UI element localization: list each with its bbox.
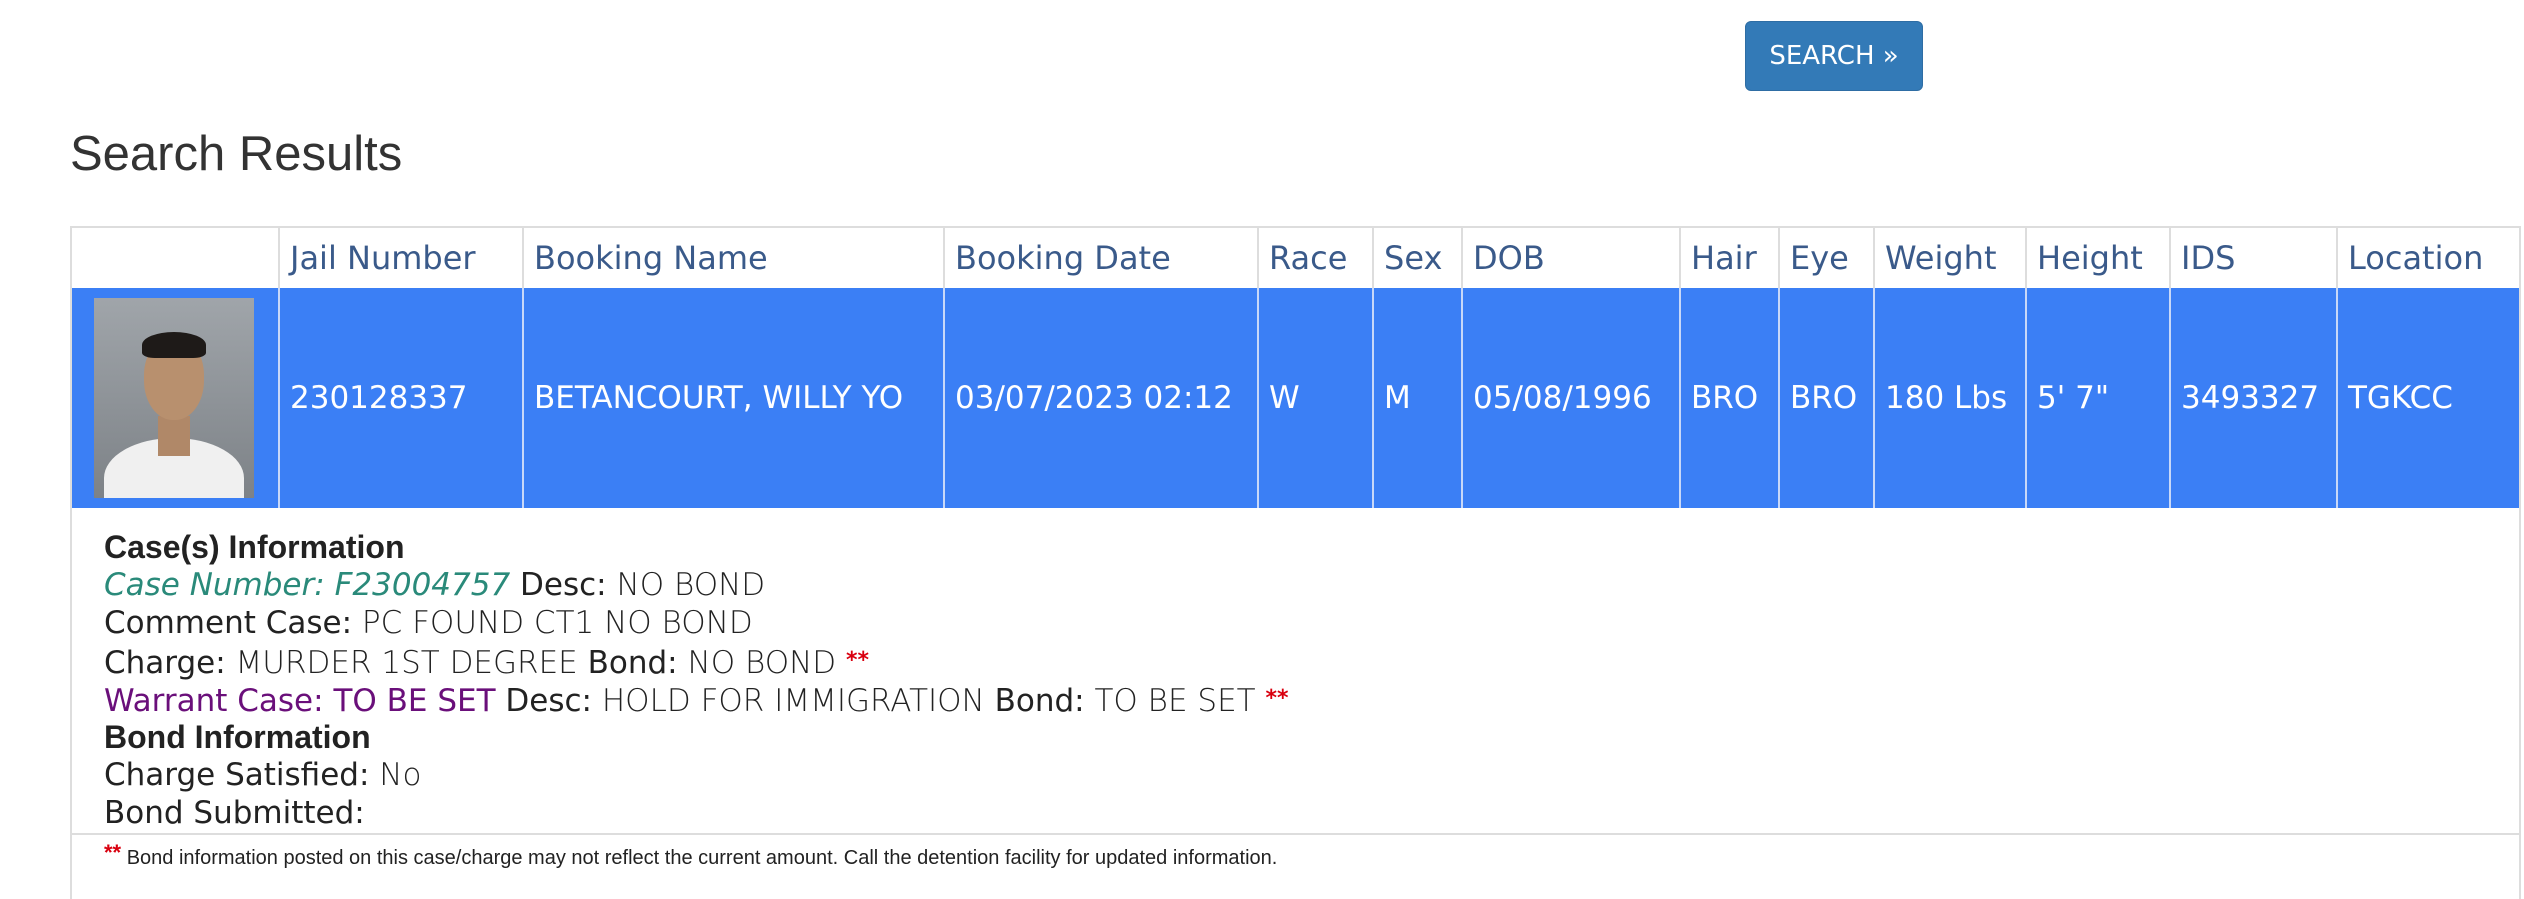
desc-value: NO BOND (616, 567, 766, 603)
column-header-photo (72, 228, 280, 288)
warrant-desc-value: HOLD FOR IMMIGRATION (601, 683, 985, 719)
column-header-sex[interactable]: Sex (1374, 228, 1463, 288)
desc-label: Desc: (520, 567, 607, 603)
page: SEARCH » Search Results Jail Number Book… (0, 0, 2524, 899)
case-number-label[interactable]: Case Number: (104, 567, 325, 603)
warrant-case-label: Warrant Case: (104, 683, 324, 719)
photo-cell (72, 288, 280, 508)
column-header-jail-number[interactable]: Jail Number (280, 228, 524, 288)
column-header-ids[interactable]: IDS (2171, 228, 2338, 288)
bond-disclaimer: ** Bond information posted on this case/… (104, 840, 2519, 870)
booking-date-cell: 03/07/2023 02:12 (945, 288, 1259, 508)
column-header-location[interactable]: Location (2338, 228, 2519, 288)
cases-heading: Case(s) Information (104, 529, 405, 565)
column-header-race[interactable]: Race (1259, 228, 1374, 288)
warrant-desc-label: Desc: (505, 683, 592, 719)
eye-cell: BRO (1780, 288, 1875, 508)
sex-cell: M (1374, 288, 1463, 508)
charge-satisfied-value: No (379, 757, 422, 793)
bond-heading: Bond Information (104, 719, 371, 755)
jail-number-cell: 230128337 (280, 288, 524, 508)
column-header-booking-date[interactable]: Booking Date (945, 228, 1259, 288)
comment-value: PC FOUND CT1 NO BOND (361, 605, 753, 641)
column-header-booking-name[interactable]: Booking Name (524, 228, 945, 288)
column-header-height[interactable]: Height (2027, 228, 2171, 288)
ids-cell: 3493327 (2171, 288, 2338, 508)
column-header-hair[interactable]: Hair (1681, 228, 1780, 288)
warrant-bond-value: TO BE SET (1094, 683, 1256, 719)
case-details: Case(s) Information Case Number: F230047… (72, 508, 2519, 869)
table-header: Jail Number Booking Name Booking Date Ra… (72, 228, 2519, 288)
bond-value: NO BOND (687, 645, 837, 681)
warrant-bond-label: Bond: (994, 683, 1085, 719)
location-cell: TGKCC (2348, 380, 2453, 416)
bond-label: Bond: (587, 645, 678, 681)
column-header-weight[interactable]: Weight (1875, 228, 2027, 288)
column-header-dob[interactable]: DOB (1463, 228, 1681, 288)
column-header-eye[interactable]: Eye (1780, 228, 1875, 288)
search-results-table: Jail Number Booking Name Booking Date Ra… (70, 226, 2521, 899)
bond-submitted-label: Bond Submitted: (104, 795, 365, 831)
warrant-note-marker: ** (1265, 686, 1289, 711)
booking-photo[interactable] (94, 298, 254, 498)
table-row[interactable]: 230128337 BETANCOURT, WILLY YO 03/07/202… (72, 288, 2519, 508)
comment-label: Comment Case: (104, 605, 353, 641)
page-title: Search Results (70, 127, 403, 181)
case-number[interactable]: F23004757 (335, 567, 511, 603)
search-button[interactable]: SEARCH » (1745, 21, 1923, 91)
disclaimer-text: Bond information posted on this case/cha… (126, 847, 1278, 869)
disclaimer-marker: ** (104, 840, 122, 865)
weight-cell: 180 Lbs (1875, 288, 2027, 508)
warrant-case-value: TO BE SET (333, 683, 496, 719)
bond-note-marker: ** (846, 648, 870, 673)
booking-name-cell: BETANCOURT, WILLY YO (524, 288, 945, 508)
dob-cell: 05/08/1996 (1463, 288, 1681, 508)
case-number-link[interactable]: Case Number: F23004757 (104, 567, 510, 603)
charge-satisfied-label: Charge Satisfied: (104, 757, 370, 793)
race-cell: W (1259, 288, 1374, 508)
charge-label: Charge: (104, 645, 226, 681)
hair-cell: BRO (1681, 288, 1780, 508)
charge-value: MURDER 1ST DEGREE (235, 645, 578, 681)
height-cell: 5' 7" (2027, 288, 2171, 508)
